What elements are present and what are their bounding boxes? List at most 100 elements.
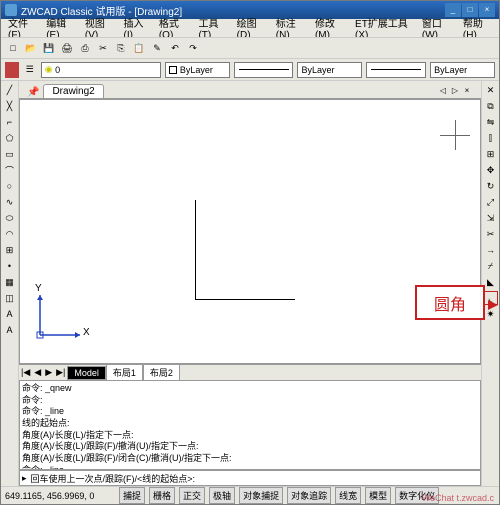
circle-icon[interactable]: ○ xyxy=(3,179,17,193)
tab-first-icon[interactable]: |◀ xyxy=(19,367,32,378)
region-icon[interactable]: ◫ xyxy=(3,291,17,305)
polyline-icon[interactable]: ⌐ xyxy=(3,115,17,129)
chamfer-icon[interactable]: ◣ xyxy=(484,275,498,289)
stretch-icon[interactable]: ⇲ xyxy=(484,211,498,225)
lineweight-dropdown[interactable] xyxy=(366,62,426,78)
print-icon[interactable]: 🖨 xyxy=(59,40,75,56)
menubar: 文件(F) 编辑(E) 视图(V) 插入(I) 格式(O) 工具(T) 绘图(D… xyxy=(1,19,499,37)
cmd-line: 角度(A)/长度(L)/跟踪(F)/闭合(C)/撤消(U)/指定下一点: xyxy=(22,453,478,465)
mtext-icon[interactable]: A xyxy=(3,323,17,337)
layer-manager-icon[interactable]: ☰ xyxy=(23,62,37,78)
copy-object-icon[interactable]: ⧉ xyxy=(484,99,498,113)
cmd-line: 命令: _qnew xyxy=(22,383,478,395)
ellipse-arc-icon[interactable]: ◠ xyxy=(3,227,17,241)
copy-icon[interactable]: ⎘ xyxy=(113,40,129,56)
snap-toggle[interactable]: 捕捉 xyxy=(119,487,145,504)
layout1-tab[interactable]: 布局1 xyxy=(106,364,143,381)
tab-prev-icon[interactable]: ◁ xyxy=(437,86,449,98)
model-tab[interactable]: Model xyxy=(67,366,106,380)
layout2-tab[interactable]: 布局2 xyxy=(143,364,180,381)
drawing-canvas[interactable]: X Y 圆角 xyxy=(19,99,481,364)
layer-name: 0 xyxy=(55,65,60,75)
polar-toggle[interactable]: 极轴 xyxy=(209,487,235,504)
properties-toolbar: ☰ ◉ 0 ByLayer ByLayer ByLayer xyxy=(1,59,499,81)
undo-icon[interactable]: ↶ xyxy=(167,40,183,56)
save-icon[interactable]: 💾 xyxy=(41,40,57,56)
app-window: ZWCAD Classic 试用版 - [Drawing2] _ □ × 文件(… xyxy=(0,0,500,505)
layer-color-icon[interactable] xyxy=(5,62,19,78)
polygon-icon[interactable]: ⬠ xyxy=(3,131,17,145)
scale-icon[interactable]: ⤢ xyxy=(484,195,498,209)
mirror-icon[interactable]: ⇋ xyxy=(484,115,498,129)
line-icon[interactable]: ╱ xyxy=(3,83,17,97)
new-icon[interactable]: □ xyxy=(5,40,21,56)
layer-dropdown[interactable]: ◉ 0 xyxy=(41,62,161,78)
preview-icon[interactable]: ⎙ xyxy=(77,40,93,56)
break-icon[interactable]: ⌿ xyxy=(484,259,498,273)
command-prompt: 回车使用上一次点/跟踪(F)/<线的起始点>: xyxy=(31,472,196,485)
redo-icon[interactable]: ↷ xyxy=(185,40,201,56)
drawn-lshape xyxy=(195,200,295,300)
array-icon[interactable]: ⊞ xyxy=(484,147,498,161)
spline-icon[interactable]: ∿ xyxy=(3,195,17,209)
tab-last-icon[interactable]: ▶| xyxy=(54,367,67,378)
linetype-dropdown[interactable] xyxy=(234,62,294,78)
model-toggle[interactable]: 模型 xyxy=(365,487,391,504)
ellipse-icon[interactable]: ⬭ xyxy=(3,211,17,225)
statusbar: 649.1165, 456.9969, 0 捕捉 栅格 正交 极轴 对象捕捉 对… xyxy=(1,486,499,504)
ucs-x-label: X xyxy=(83,327,90,338)
ortho-toggle[interactable]: 正交 xyxy=(179,487,205,504)
ucs-icon: X Y xyxy=(35,295,85,348)
pin-icon[interactable]: 📌 xyxy=(27,87,39,98)
xline-icon[interactable]: ╳ xyxy=(3,99,17,113)
offset-icon[interactable]: ⫿ xyxy=(484,131,498,145)
paste-icon[interactable]: 📋 xyxy=(131,40,147,56)
text-icon[interactable]: A xyxy=(3,307,17,321)
lwt-toggle[interactable]: 线宽 xyxy=(335,487,361,504)
color-dropdown[interactable]: ByLayer xyxy=(165,62,230,78)
erase-icon[interactable]: ✕ xyxy=(484,83,498,97)
tab-left-icon[interactable]: ◀ xyxy=(32,367,43,378)
match-icon[interactable]: ✎ xyxy=(149,40,165,56)
trim-icon[interactable]: ✂ xyxy=(484,227,498,241)
tab-right-icon[interactable]: ▶ xyxy=(43,367,54,378)
layout-tabs: |◀ ◀ ▶ ▶| Model 布局1 布局2 xyxy=(19,364,481,380)
grid-toggle[interactable]: 栅格 xyxy=(149,487,175,504)
cmd-line: 命令: _line xyxy=(22,406,478,418)
annotation-callout: 圆角 xyxy=(415,285,485,320)
point-icon[interactable]: • xyxy=(3,259,17,273)
coordinate-display: 649.1165, 456.9969, 0 xyxy=(5,491,115,501)
center-column: 📌 Drawing2 ◁ ▷ × xyxy=(19,81,481,486)
insert-block-icon[interactable]: ⊞ xyxy=(3,243,17,257)
cmd-line: 角度(A)/长度(L)/指定下一点: xyxy=(22,430,478,442)
main-area: ╱ ╳ ⌐ ⬠ ▭ ⌒ ○ ∿ ⬭ ◠ ⊞ • ▦ ◫ A A 📌 Drawin… xyxy=(1,81,499,486)
rotate-icon[interactable]: ↻ xyxy=(484,179,498,193)
watermark: WeChat t.zwcad.c xyxy=(422,493,494,503)
draw-toolbar: ╱ ╳ ⌐ ⬠ ▭ ⌒ ○ ∿ ⬭ ◠ ⊞ • ▦ ◫ A A xyxy=(1,81,19,486)
cmd-line: 线的起始点: xyxy=(22,418,478,430)
crosshair-cursor xyxy=(440,120,470,150)
extend-icon[interactable]: → xyxy=(484,243,498,257)
arc-icon[interactable]: ⌒ xyxy=(3,163,17,177)
cmd-line: 角度(A)/长度(L)/跟踪(F)/撤消(U)/指定下一点: xyxy=(22,441,478,453)
document-tabs: 📌 Drawing2 ◁ ▷ × xyxy=(19,81,481,99)
lineweight-label[interactable]: ByLayer xyxy=(430,62,495,78)
hatch-icon[interactable]: ▦ xyxy=(3,275,17,289)
command-history[interactable]: 命令: _qnew 命令: 命令: _line 线的起始点: 角度(A)/长度(… xyxy=(19,380,481,470)
document-tab[interactable]: Drawing2 xyxy=(43,84,103,98)
cut-icon[interactable]: ✂ xyxy=(95,40,111,56)
osnap-toggle[interactable]: 对象捕捉 xyxy=(239,487,283,504)
command-input[interactable]: ▸回车使用上一次点/跟踪(F)/<线的起始点>: xyxy=(19,470,481,486)
standard-toolbar: □ 📂 💾 🖨 ⎙ ✂ ⎘ 📋 ✎ ↶ ↷ xyxy=(1,37,499,59)
cmd-line: 命令: xyxy=(22,395,478,407)
otrack-toggle[interactable]: 对象追踪 xyxy=(287,487,331,504)
rectangle-icon[interactable]: ▭ xyxy=(3,147,17,161)
move-icon[interactable]: ✥ xyxy=(484,163,498,177)
ucs-y-label: Y xyxy=(35,283,42,294)
tab-next-icon[interactable]: ▷ xyxy=(449,86,461,98)
linetype-label[interactable]: ByLayer xyxy=(297,62,362,78)
annotation-arrow-icon xyxy=(488,300,498,310)
modify-toolbar: ✕ ⧉ ⇋ ⫿ ⊞ ✥ ↻ ⤢ ⇲ ✂ → ⌿ ◣ ◟ ✷ xyxy=(481,81,499,486)
open-icon[interactable]: 📂 xyxy=(23,40,39,56)
tab-close-icon[interactable]: × xyxy=(461,86,473,98)
